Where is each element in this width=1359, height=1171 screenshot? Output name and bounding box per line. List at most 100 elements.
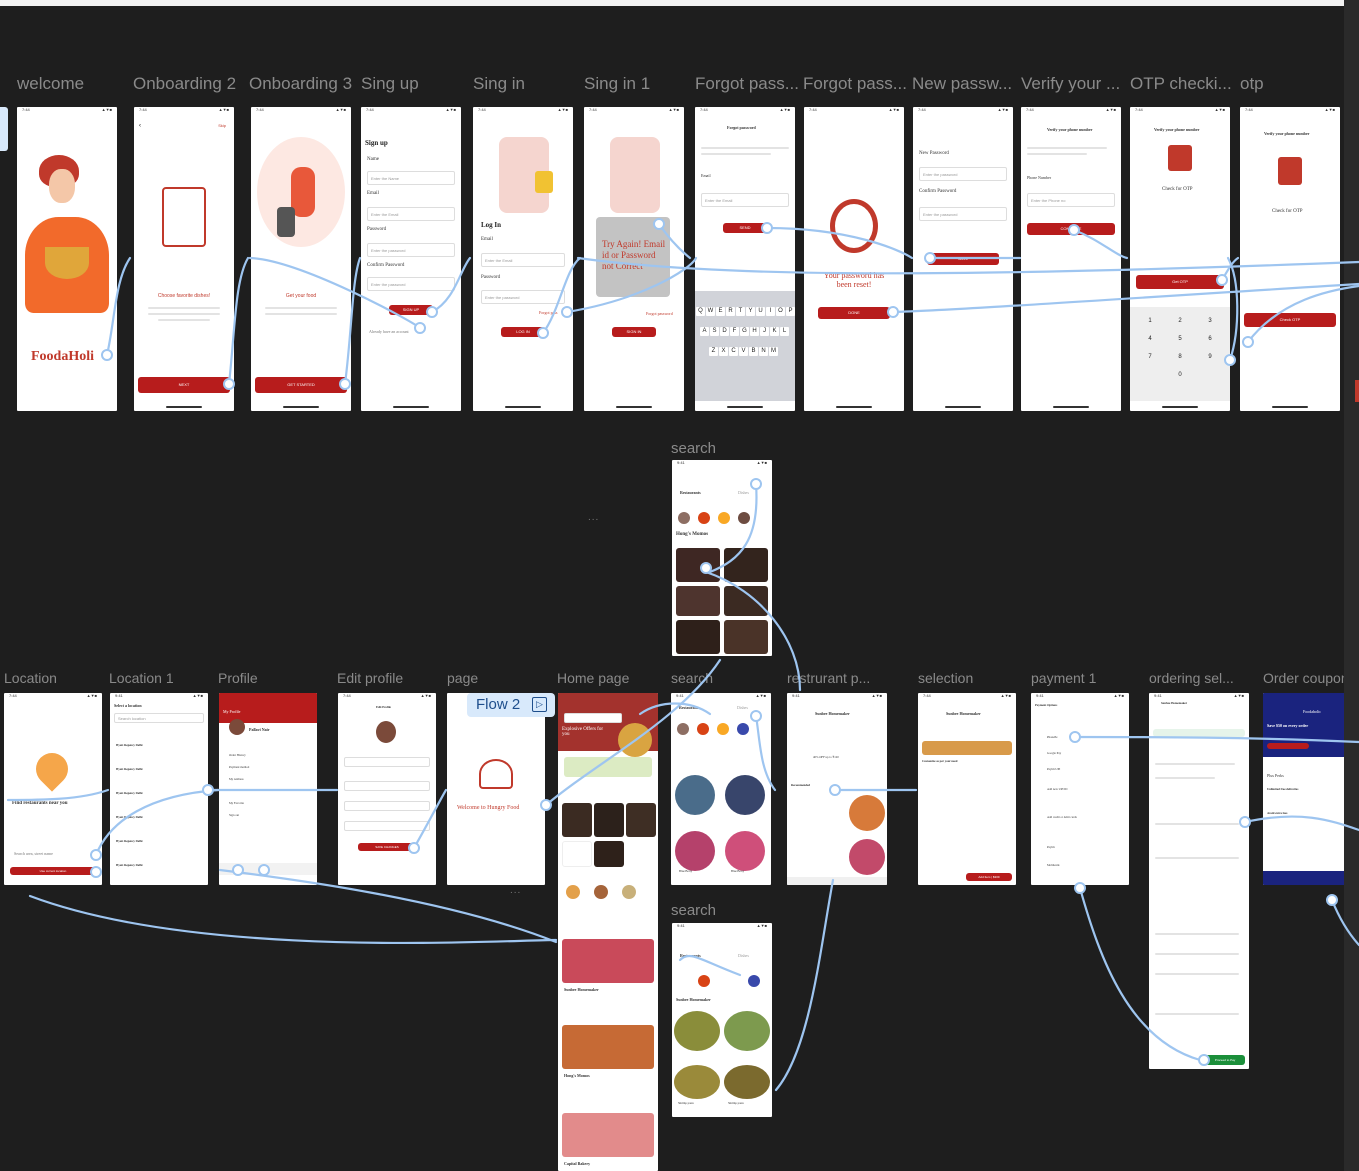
payment-option[interactable]: Mobikwik <box>1047 863 1060 867</box>
dish-image[interactable] <box>849 839 885 875</box>
login-link[interactable]: Already have an account <box>369 329 409 334</box>
dish-image[interactable] <box>725 775 765 815</box>
use-current-location-button[interactable]: Use current location <box>10 867 96 875</box>
category-bar[interactable] <box>787 877 887 885</box>
key-m[interactable]: M <box>769 347 778 356</box>
next-button[interactable]: NEXT <box>138 377 230 393</box>
frame-label-search[interactable]: search <box>671 670 713 686</box>
frame-label-home-page[interactable]: Home page <box>557 670 629 686</box>
dish-image[interactable] <box>675 775 715 815</box>
payment-option[interactable]: Add new UPI ID <box>1047 787 1067 791</box>
key-t[interactable]: T <box>736 307 745 316</box>
frame-label-order-coupon[interactable]: Order coupon <box>1263 670 1349 686</box>
coupon-cta[interactable] <box>1267 743 1309 749</box>
frame-label-otp[interactable]: otp <box>1240 74 1264 94</box>
frame-search[interactable]: 9:41 ▲▼■ Restaurants Dishes Blue Berry Bl… <box>671 693 771 885</box>
frame-label-ordering-selection[interactable]: ordering sel... <box>1149 670 1234 686</box>
sign-up-button[interactable]: SIGN UP <box>389 305 433 315</box>
dish-card[interactable] <box>626 803 656 837</box>
numpad-key-7[interactable]: 7 <box>1142 353 1158 362</box>
numpad-key-6[interactable]: 6 <box>1202 335 1218 344</box>
get-started-button[interactable]: GET STARTED <box>255 377 347 393</box>
add-item-button[interactable]: Add Item | $309 <box>966 873 1012 881</box>
frame-label-verify[interactable]: Verify your ... <box>1021 74 1120 94</box>
key-g[interactable]: G <box>740 327 749 336</box>
phone-field[interactable] <box>344 781 430 791</box>
menu-my-address[interactable]: My Address <box>229 777 244 781</box>
frame-label-otp-checking[interactable]: OTP checki... <box>1130 74 1232 94</box>
key-x[interactable]: X <box>719 347 728 356</box>
key-f[interactable]: F <box>730 327 739 336</box>
location-list-item[interactable]: Hyatt Regency Delhi <box>116 767 143 771</box>
numpad-key-0[interactable]: 0 <box>1172 371 1188 380</box>
new-password-field[interactable]: Enter the password <box>919 167 1007 181</box>
dish-card[interactable] <box>594 803 624 837</box>
tab-restaurants[interactable]: Restaurants <box>679 705 700 710</box>
done-button[interactable]: DONE <box>818 307 890 319</box>
frame-label-profile[interactable]: Profile <box>218 670 258 686</box>
frame-search-bottom[interactable]: 9:41 ▲▼■ Restaurants Dishes Sunbee Homema… <box>672 923 772 1117</box>
key-p[interactable]: P <box>786 307 795 316</box>
restaurant-card-image[interactable] <box>562 1025 654 1069</box>
location-search[interactable]: Search area, street name <box>14 851 53 856</box>
restaurant-card-image[interactable] <box>562 1113 654 1157</box>
email-field[interactable]: Enter the Email <box>481 253 565 267</box>
frame-onboarding-3[interactable]: 7:44 ▲▼■ Get your food GET STARTED <box>251 107 351 411</box>
search-input[interactable] <box>564 713 622 723</box>
frame-label-restaurant-page[interactable]: restrurant p... <box>787 670 870 686</box>
frame-label-payment-1[interactable]: payment 1 <box>1031 670 1096 686</box>
dish-image[interactable] <box>724 1011 770 1051</box>
frame-forgot-password-2[interactable]: 7:44 ▲▼■ Your password has been reset! DO… <box>804 107 904 411</box>
frame-profile[interactable]: My Profile Pallavi Nair Order History Pa… <box>219 693 317 885</box>
save-changes-button[interactable]: SAVE CHANGES <box>358 843 416 851</box>
location-list-item[interactable]: Hyatt Regency Delhi <box>116 743 143 747</box>
payment-option[interactable]: Add credit or debit cards <box>1047 815 1077 819</box>
frame-label-search-top[interactable]: search <box>671 440 716 454</box>
key-b[interactable]: B <box>749 347 758 356</box>
frame-label-edit-profile[interactable]: Edit profile <box>337 670 403 686</box>
frame-label-location[interactable]: Location <box>4 670 57 686</box>
proceed-to-pay-button[interactable]: Proceed to Pay <box>1205 1055 1245 1065</box>
phone-field[interactable]: Enter the Phone no <box>1027 193 1115 207</box>
tab-dishes[interactable]: Dishes <box>738 490 749 495</box>
frame-payment-1[interactable]: 9:41 ▲▼■ Payment Options PhonePe Google Pa… <box>1031 693 1129 885</box>
key-j[interactable]: J <box>760 327 769 336</box>
dish-image[interactable] <box>675 831 715 871</box>
country-field[interactable] <box>344 821 430 831</box>
key-h[interactable]: H <box>750 327 759 336</box>
avatar[interactable] <box>376 721 396 743</box>
key-d[interactable]: D <box>720 327 729 336</box>
key-l[interactable]: L <box>780 327 789 336</box>
key-w[interactable]: W <box>706 307 715 316</box>
connection-node[interactable] <box>1326 894 1338 906</box>
numpad-key-4[interactable]: 4 <box>1142 335 1158 344</box>
promo-card[interactable] <box>564 757 652 777</box>
payment-option[interactable]: Paytm UPI <box>1047 767 1060 771</box>
confirm-password-field[interactable]: Enter the password <box>919 207 1007 221</box>
numpad-key-2[interactable]: 2 <box>1172 317 1188 326</box>
sign-in-button[interactable]: SIGN IN <box>612 327 656 337</box>
numpad-key-3[interactable]: 3 <box>1202 317 1218 326</box>
frame-home-page[interactable]: Explosive Offers for you Sunbee Homemake… <box>558 693 658 1171</box>
numpad-key-9[interactable]: 9 <box>1202 353 1218 362</box>
bottom-nav[interactable] <box>219 863 317 875</box>
password-field[interactable]: Enter the password <box>367 243 455 257</box>
tab-restaurants[interactable]: Restaurants <box>680 953 701 958</box>
frame-onboarding-2[interactable]: 7:44 ▲▼■ ‹ Skip Choose favorite dishes! N… <box>134 107 234 411</box>
restaurant-card-image[interactable] <box>562 939 654 983</box>
key-u[interactable]: U <box>756 307 765 316</box>
location-list-item[interactable]: Hyatt Regency Delhi <box>116 815 143 819</box>
play-icon[interactable]: ▷ <box>532 697 547 712</box>
location-list-item[interactable]: Hyatt Regency Delhi <box>116 863 143 867</box>
name-field[interactable] <box>344 757 430 767</box>
flow-2-tag[interactable]: Flow 2 ▷ <box>467 693 555 717</box>
frame-search-top[interactable]: 9:41 ▲▼■ Restaurants Dishes Hong's Momos <box>672 460 772 656</box>
tab-restaurants[interactable]: Restaurants <box>680 490 701 495</box>
key-v[interactable]: V <box>739 347 748 356</box>
save-button[interactable]: SAVE <box>927 253 999 265</box>
menu-sign-out[interactable]: Sign out <box>229 813 239 817</box>
frame-forgot-password-1[interactable]: 7:44 ▲▼■ Forgot password Email Enter the … <box>695 107 795 411</box>
dish-image[interactable] <box>724 1065 770 1099</box>
payment-option[interactable]: Google Pay <box>1047 751 1061 755</box>
selection-handle[interactable] <box>0 107 8 151</box>
